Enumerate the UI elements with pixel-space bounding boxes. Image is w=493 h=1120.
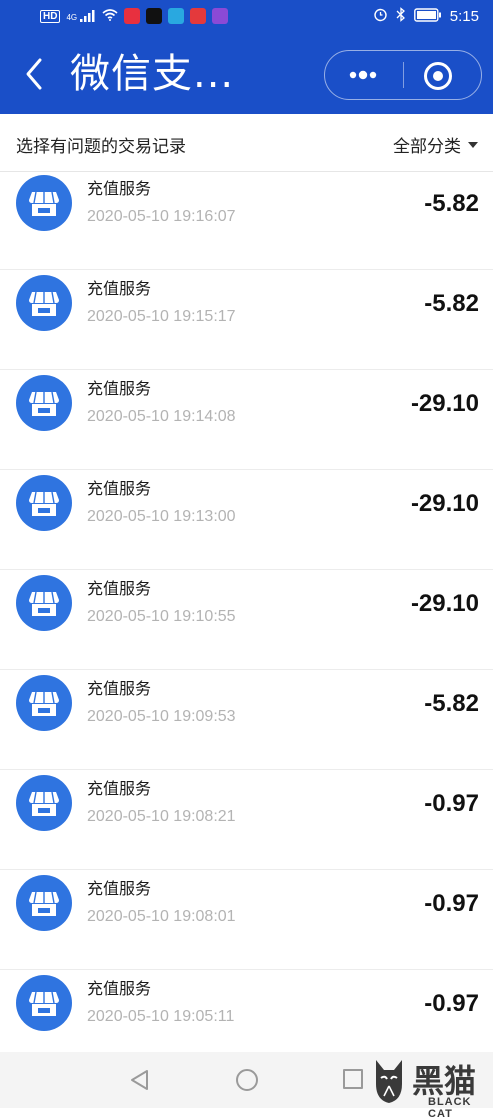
status-right: 5:15 xyxy=(373,7,479,26)
category-label: 全部分类 xyxy=(393,137,461,157)
transaction-row[interactable]: 充值服务 2020-05-10 19:09:53 -5.82 xyxy=(0,670,493,770)
store-icon xyxy=(16,475,72,531)
battery-icon xyxy=(413,7,442,26)
more-button[interactable] xyxy=(343,63,383,87)
transaction-amount: -29.10 xyxy=(410,490,479,517)
store-icon xyxy=(16,275,72,331)
transaction-title: 充值服务 xyxy=(87,879,152,898)
watermark-subtext: BLACK CAT xyxy=(428,1096,472,1120)
network-type: 4G xyxy=(66,13,78,22)
clock: 5:15 xyxy=(449,8,479,25)
transaction-title: 充值服务 xyxy=(87,379,152,398)
more-dots-icon xyxy=(349,70,377,80)
transaction-title: 充值服务 xyxy=(87,679,152,698)
transaction-time: 2020-05-10 19:13:00 xyxy=(87,508,236,525)
transaction-title: 充值服务 xyxy=(87,579,152,598)
transaction-amount: -5.82 xyxy=(424,290,479,317)
tiktok-icon xyxy=(146,8,163,24)
transaction-amount: -0.97 xyxy=(424,790,479,817)
mini-program-capsule xyxy=(324,50,482,100)
nav-back-button[interactable] xyxy=(128,1068,152,1092)
transaction-title: 充值服务 xyxy=(87,779,152,798)
filter-label: 选择有问题的交易记录 xyxy=(16,137,186,157)
app-icon-blue xyxy=(168,8,185,24)
transaction-time: 2020-05-10 19:08:01 xyxy=(87,908,236,925)
store-icon xyxy=(16,675,72,731)
caret-down-icon xyxy=(468,141,478,148)
store-icon xyxy=(16,175,72,231)
store-icon xyxy=(16,875,72,931)
transaction-title: 充值服务 xyxy=(87,279,152,298)
transaction-time: 2020-05-10 19:15:17 xyxy=(87,308,236,325)
nav-recent-button[interactable] xyxy=(343,1069,363,1089)
transaction-row[interactable]: 充值服务 2020-05-10 19:14:08 -29.10 xyxy=(0,370,493,470)
target-circle-icon xyxy=(424,62,452,90)
store-icon xyxy=(16,375,72,431)
filter-bar: 选择有问题的交易记录 全部分类 xyxy=(0,114,493,172)
transaction-row[interactable]: 充值服务 2020-05-10 19:10:55 -29.10 xyxy=(0,570,493,670)
transaction-title: 充值服务 xyxy=(87,179,152,198)
transaction-time: 2020-05-10 19:10:55 xyxy=(87,608,236,625)
transaction-time: 2020-05-10 19:08:21 xyxy=(87,808,236,825)
app-icon-red xyxy=(124,8,141,24)
transaction-row[interactable]: 充值服务 2020-05-10 19:05:11 -0.97 xyxy=(0,970,493,1052)
app-icon-red2 xyxy=(190,8,207,24)
wifi-icon xyxy=(102,8,118,24)
capsule-divider xyxy=(403,62,404,88)
transaction-row[interactable]: 充值服务 2020-05-10 19:13:00 -29.10 xyxy=(0,470,493,570)
transaction-row[interactable]: 充值服务 2020-05-10 19:08:01 -0.97 xyxy=(0,870,493,970)
nav-back-icon xyxy=(131,1070,148,1090)
watermark: 黑猫 BLACK CAT xyxy=(372,1058,493,1120)
transaction-amount: -0.97 xyxy=(424,990,479,1017)
transaction-amount: -29.10 xyxy=(410,390,479,417)
category-dropdown[interactable]: 全部分类 xyxy=(393,132,479,157)
transaction-amount: -5.82 xyxy=(424,190,479,217)
transaction-title: 充值服务 xyxy=(87,479,152,498)
chevron-left-icon xyxy=(26,58,42,90)
status-left: HD 4G xyxy=(40,8,229,24)
store-icon xyxy=(16,975,72,1031)
nav-home-icon xyxy=(236,1069,258,1091)
transaction-time: 2020-05-10 19:14:08 xyxy=(87,408,236,425)
transaction-time: 2020-05-10 19:16:07 xyxy=(87,208,236,225)
transaction-row[interactable]: 充值服务 2020-05-10 19:16:07 -5.82 xyxy=(0,172,493,270)
transaction-row[interactable]: 充值服务 2020-05-10 19:08:21 -0.97 xyxy=(0,770,493,870)
alarm-icon xyxy=(373,7,388,26)
transaction-amount: -0.97 xyxy=(424,890,479,917)
store-icon xyxy=(16,775,72,831)
app-icon-purple xyxy=(212,8,229,24)
app-header: 微信支... xyxy=(0,34,493,114)
transaction-time: 2020-05-10 19:09:53 xyxy=(87,708,236,725)
transaction-time: 2020-05-10 19:05:11 xyxy=(87,1008,235,1025)
transaction-amount: -5.82 xyxy=(424,690,479,717)
transaction-row[interactable]: 充值服务 2020-05-10 19:15:17 -5.82 xyxy=(0,270,493,370)
4g-signal-icon: 4G xyxy=(66,10,96,22)
store-icon xyxy=(16,575,72,631)
transaction-amount: -29.10 xyxy=(410,590,479,617)
nav-home-button[interactable] xyxy=(235,1068,259,1092)
bluetooth-icon xyxy=(396,7,406,26)
hd-icon: HD xyxy=(40,9,61,23)
status-bar: HD 4G 5:15 xyxy=(0,0,493,34)
black-cat-logo xyxy=(376,1060,402,1103)
transaction-list: 充值服务 2020-05-10 19:16:07 -5.82 充值服务 2020-05-… xyxy=(0,172,493,1052)
transaction-title: 充值服务 xyxy=(87,979,152,998)
page-title: 微信支... xyxy=(70,51,235,97)
back-button[interactable] xyxy=(18,52,52,96)
close-mini-program-button[interactable] xyxy=(421,59,455,93)
